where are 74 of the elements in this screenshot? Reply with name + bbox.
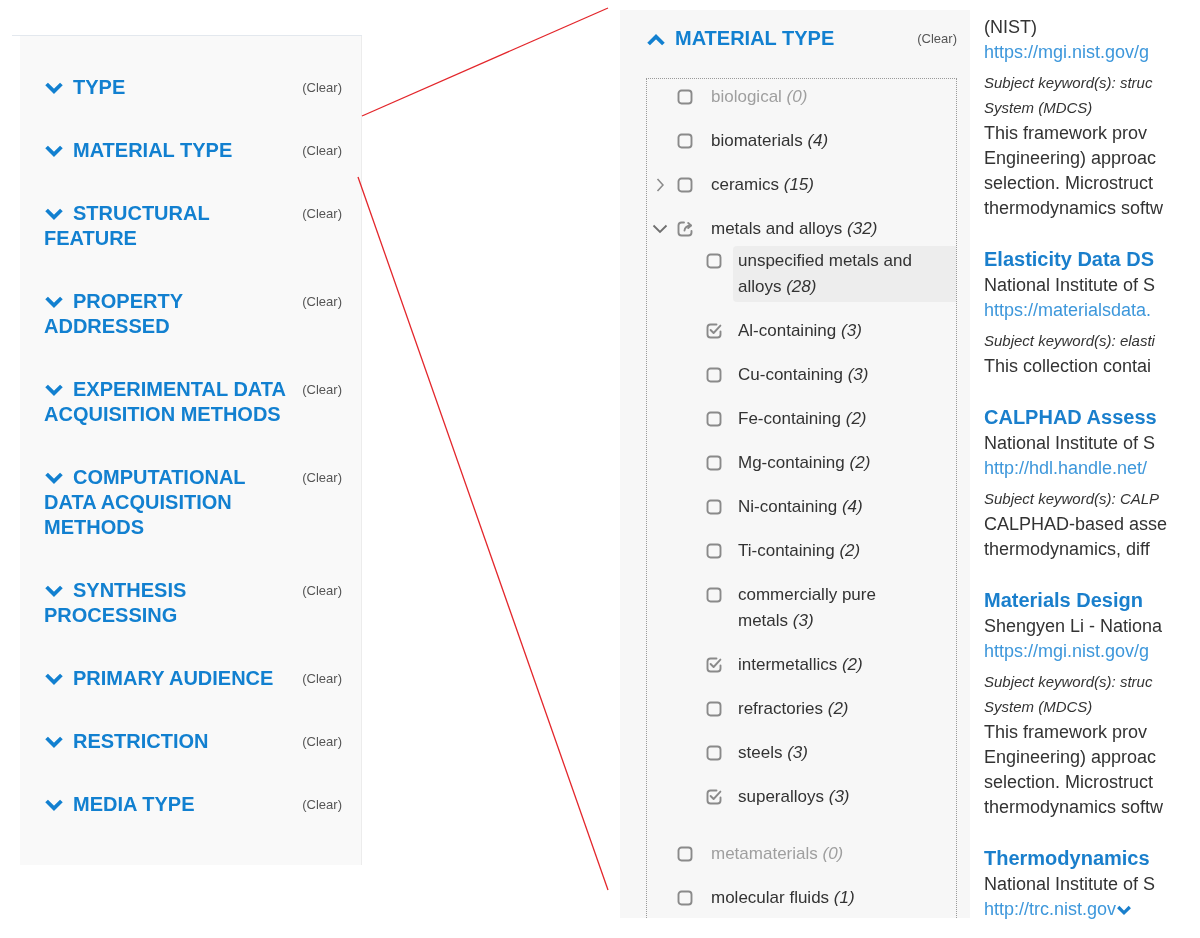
facet-toggle[interactable]: STRUCTURAL FEATURE xyxy=(44,201,296,251)
facet-toggle[interactable]: MATERIAL TYPE xyxy=(646,26,898,51)
option-label[interactable]: biomaterials (4) xyxy=(706,126,829,156)
result-publisher: National Institute of S xyxy=(984,274,1156,297)
checkbox[interactable] xyxy=(706,253,722,269)
clear-link[interactable]: (Clear) xyxy=(302,578,342,603)
result-description: This collection contai xyxy=(984,355,1152,378)
checkbox[interactable] xyxy=(706,323,722,339)
clear-link[interactable]: (Clear) xyxy=(302,666,342,691)
result-publisher: National Institute of S xyxy=(984,873,1156,896)
clear-link[interactable]: (Clear) xyxy=(302,465,342,490)
clear-link[interactable]: (Clear) xyxy=(302,75,342,100)
result-title[interactable]: Elasticity Data DS xyxy=(984,245,1200,273)
subject-keywords: Subject keyword(s): struc System (MDCS) xyxy=(984,73,1153,118)
result-description: This framework prov Engineering) approac selection. Microstruct thermodynamics softw xyxy=(984,721,1164,819)
checkbox[interactable] xyxy=(706,367,722,383)
result-description: This framework prov Engineering) approac selection. Microstruct thermodynamics softw xyxy=(984,122,1164,220)
clear-link[interactable]: (Clear) xyxy=(302,138,342,163)
clear-link[interactable]: (Clear) xyxy=(302,729,342,754)
option-label[interactable]: metals and alloys (32) xyxy=(706,214,878,244)
result-publisher: National Institute of S xyxy=(984,432,1156,455)
clear-link[interactable]: (Clear) xyxy=(302,201,342,226)
subject-keywords: Subject keyword(s): CALP xyxy=(984,489,1160,509)
result-description: CALPHAD-based asse thermodynamics, diff xyxy=(984,513,1168,561)
checkbox[interactable] xyxy=(677,177,693,193)
checkbox[interactable] xyxy=(706,455,722,471)
option-label[interactable]: Al-containing (3) xyxy=(733,316,862,346)
option-label[interactable]: refractories (2) xyxy=(733,694,849,724)
clear-link[interactable]: (Clear) xyxy=(302,377,342,402)
checkbox[interactable] xyxy=(706,745,722,761)
option-label[interactable]: Cu-containing (3) xyxy=(733,360,869,390)
result-publisher: (NIST) xyxy=(984,16,1037,39)
option-label[interactable]: steels (3) xyxy=(733,738,808,768)
option-label[interactable]: commercially pure metals (3) xyxy=(733,580,922,636)
facet-toggle[interactable]: EXPERIMENTAL DATA ACQUISITION METHODS xyxy=(44,377,296,427)
result-publisher: Shengyen Li - Nationa xyxy=(984,615,1163,638)
checkbox[interactable] xyxy=(706,789,722,805)
facet-toggle[interactable]: RESTRICTION xyxy=(44,729,296,754)
option-label[interactable]: Fe-containing (2) xyxy=(733,404,867,434)
chevron-down-icon[interactable] xyxy=(652,224,668,234)
clear-link[interactable]: (Clear) xyxy=(302,289,342,314)
option-label[interactable]: Ni-containing (4) xyxy=(733,492,863,522)
facet-toggle[interactable]: SYNTHESIS PROCESSING xyxy=(44,578,296,628)
facet-toggle[interactable]: MEDIA TYPE xyxy=(44,792,296,817)
checkbox[interactable] xyxy=(706,411,722,427)
option-label[interactable]: molecular fluids (1) xyxy=(706,883,855,913)
facet-toggle[interactable]: TYPE xyxy=(44,75,296,100)
result-title[interactable]: Materials Design xyxy=(984,586,1200,614)
facet-toggle[interactable]: COMPUTATIONAL DATA ACQUISITION METHODS xyxy=(44,465,296,540)
option-label[interactable]: ceramics (15) xyxy=(706,170,814,200)
checkbox[interactable] xyxy=(677,890,693,906)
facet-toggle[interactable]: PROPERTY ADDRESSED xyxy=(44,289,296,339)
facet-toggle[interactable]: PRIMARY AUDIENCE xyxy=(44,666,296,691)
facet-toggle[interactable]: MATERIAL TYPE xyxy=(44,138,296,163)
option-label[interactable]: intermetallics (2) xyxy=(733,650,863,680)
checkbox[interactable] xyxy=(706,499,722,515)
option-label[interactable]: superalloys (3) xyxy=(733,782,850,812)
subject-keywords: Subject keyword(s): struc System (MDCS) xyxy=(984,672,1153,717)
option-label[interactable]: Mg-containing (2) xyxy=(733,448,871,478)
checkbox[interactable] xyxy=(677,133,693,149)
checkbox[interactable] xyxy=(677,221,693,237)
checkbox[interactable] xyxy=(706,543,722,559)
clear-link[interactable]: (Clear) xyxy=(917,26,957,51)
subject-keywords: Subject keyword(s): elasti xyxy=(984,331,1155,351)
chevron-down-icon[interactable] xyxy=(1116,905,1133,916)
option-label[interactable]: unspecified metals and alloys (28) xyxy=(733,246,956,302)
chevron-right-icon[interactable] xyxy=(656,178,664,192)
clear-link[interactable]: (Clear) xyxy=(302,792,342,817)
checkbox[interactable] xyxy=(706,657,722,673)
checkbox[interactable] xyxy=(706,587,722,603)
result-title[interactable]: Thermodynamics xyxy=(984,844,1200,872)
checkbox[interactable] xyxy=(706,701,722,717)
result-title[interactable]: CALPHAD Assess xyxy=(984,403,1200,431)
option-label[interactable]: Ti-containing (2) xyxy=(733,536,861,566)
